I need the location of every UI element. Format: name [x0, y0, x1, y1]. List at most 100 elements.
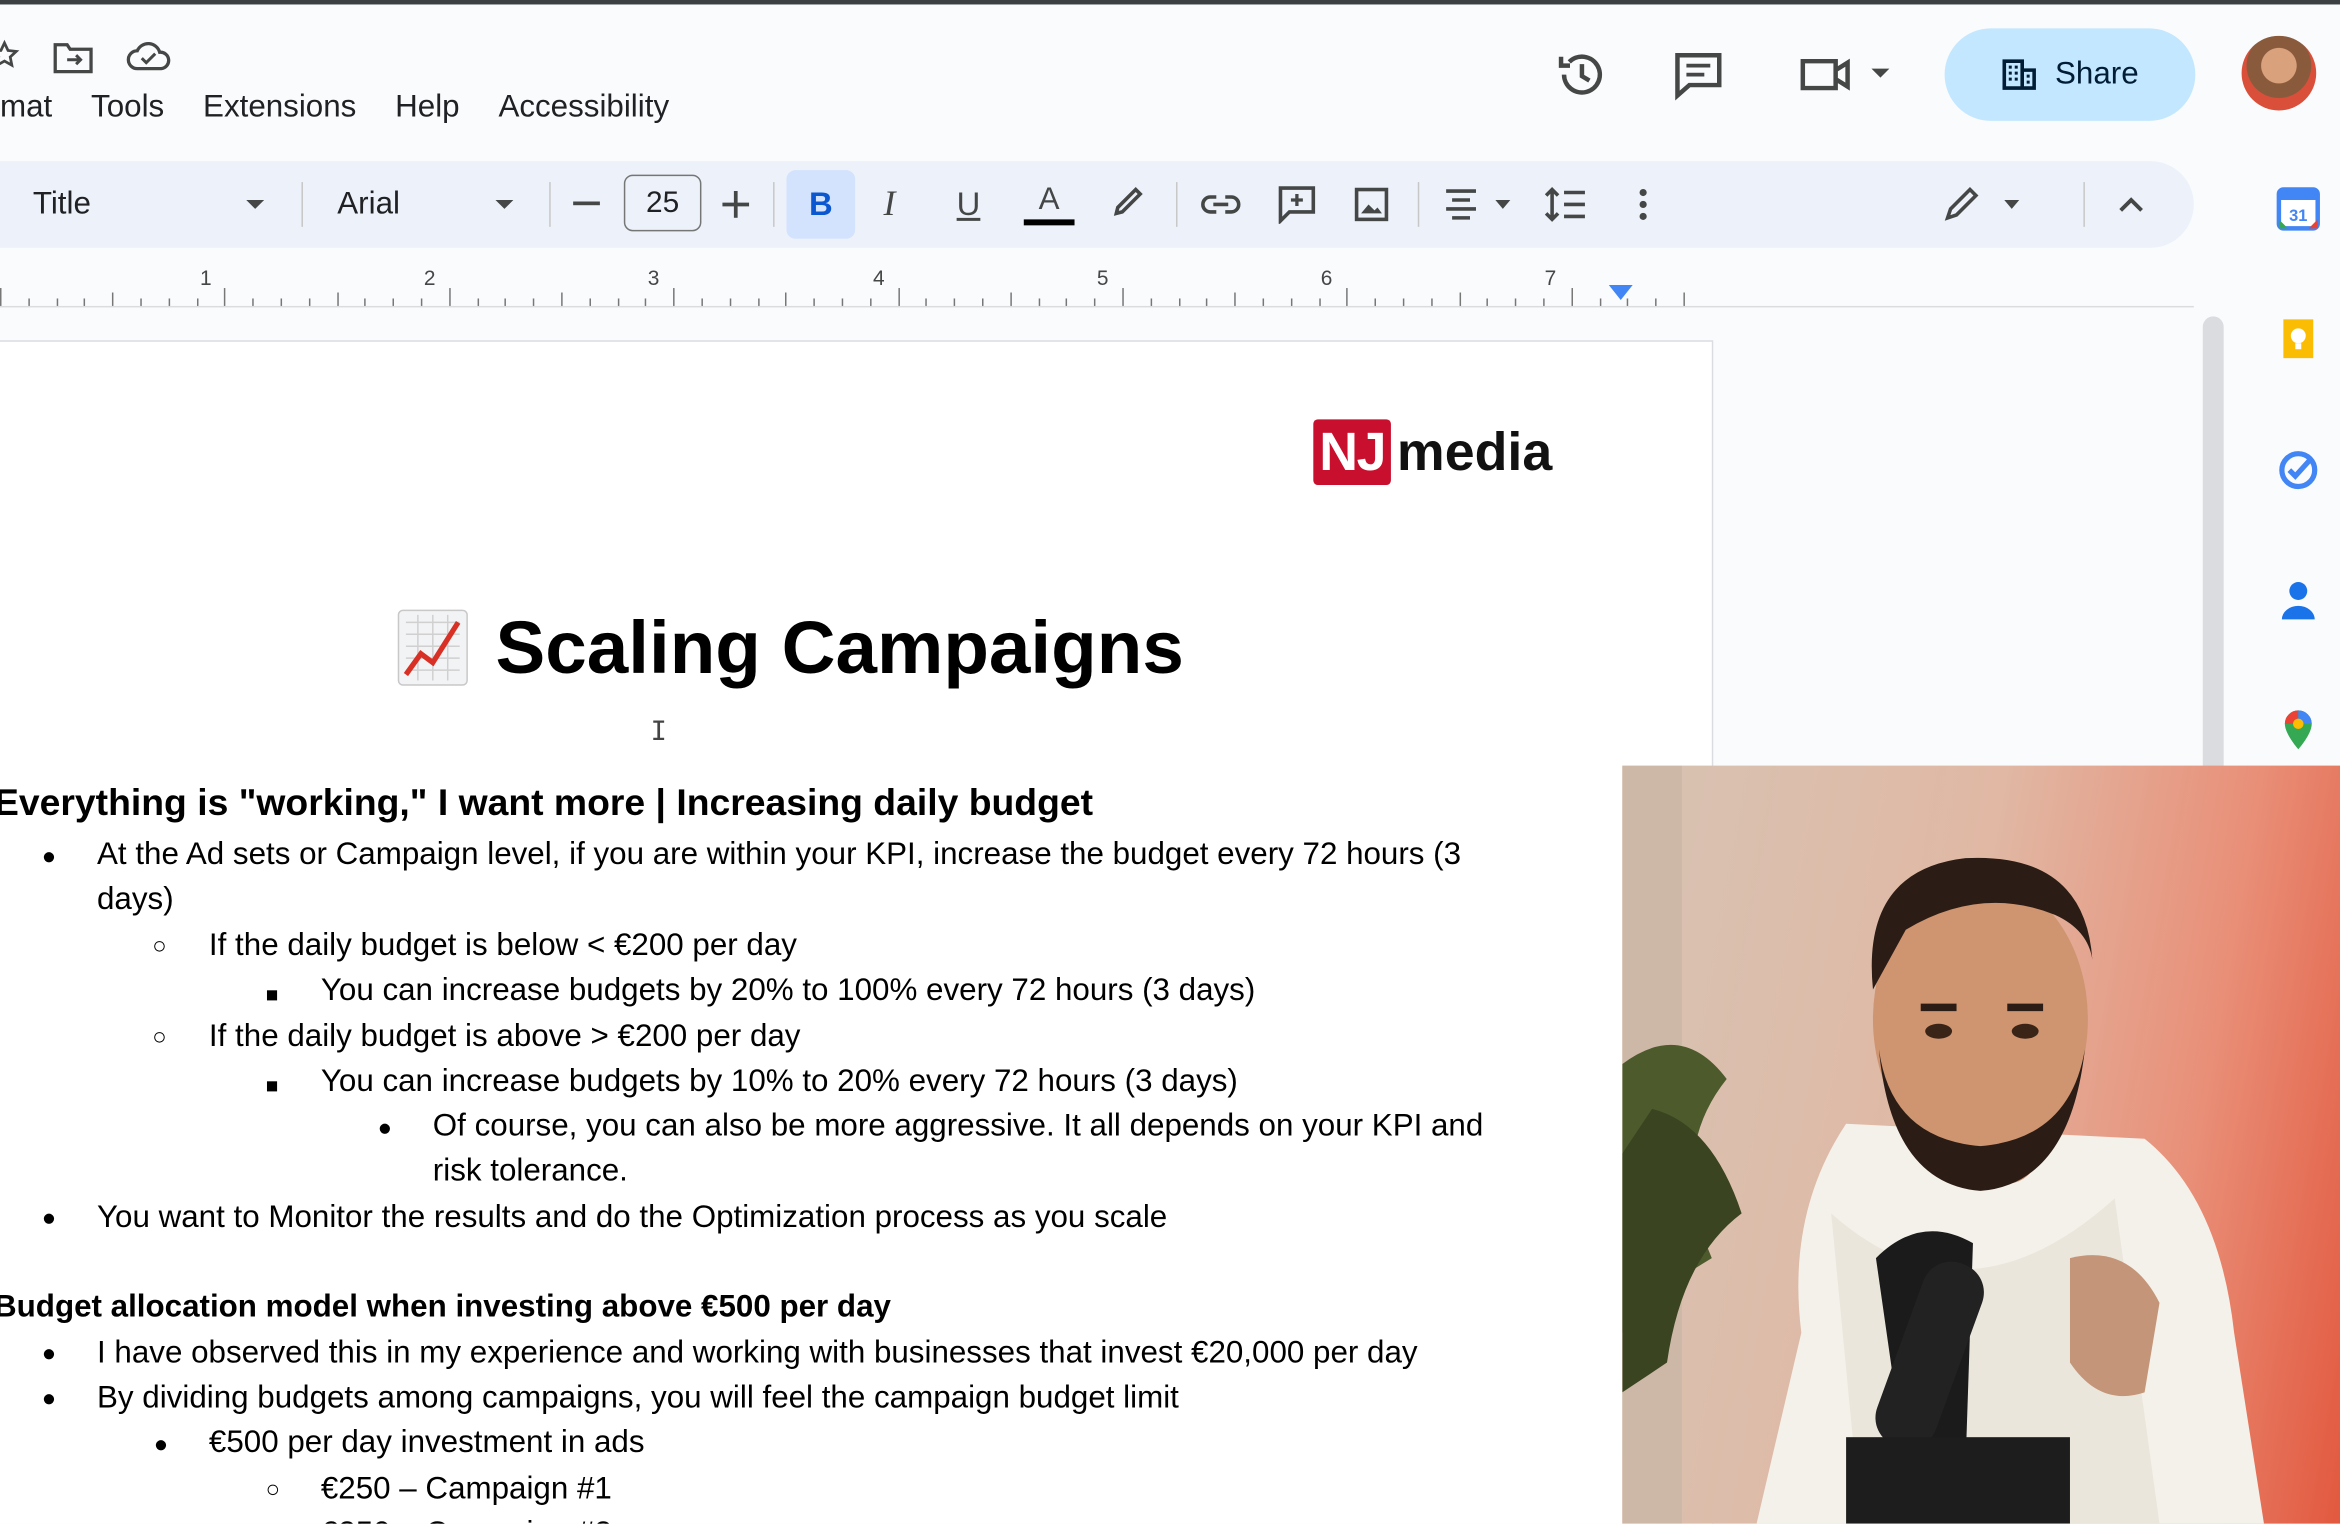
list-item[interactable]: You can increase budgets by 10% to 20% e…: [321, 1060, 1238, 1105]
add-comment-icon[interactable]: [1277, 185, 1316, 224]
bold-button[interactable]: B: [786, 170, 856, 239]
italic-label: I: [883, 184, 896, 224]
ruler-tick: [420, 298, 423, 306]
list-item-continued[interactable]: risk tolerance.: [433, 1149, 628, 1194]
ruler-tick: [533, 298, 535, 306]
user-avatar[interactable]: [2241, 35, 2317, 111]
line-spacing-icon[interactable]: [1544, 185, 1587, 224]
cloud-saved-icon[interactable]: [125, 39, 173, 75]
style-dropdown-icon[interactable]: [243, 197, 267, 212]
version-history-icon[interactable]: [1555, 48, 1609, 102]
menu-format[interactable]: mat: [0, 90, 52, 135]
text-color-swatch: [1023, 219, 1075, 226]
calendar-icon[interactable]: 31: [2276, 187, 2321, 232]
tasks-icon[interactable]: [2276, 448, 2321, 493]
underline-button[interactable]: U: [957, 161, 981, 248]
list-item[interactable]: You want to Monitor the results and do t…: [97, 1195, 1167, 1240]
ruler-tick: [1066, 298, 1068, 306]
ruler-tick: [1430, 298, 1433, 306]
ruler-tick: [841, 298, 844, 306]
font-value: Arial: [337, 186, 400, 221]
menu-tools[interactable]: Tools: [91, 90, 164, 135]
ruler-tick: [476, 298, 479, 306]
star-icon[interactable]: [0, 37, 21, 73]
heading-increasing-budget[interactable]: Everything is "working," I want more | I…: [0, 781, 1093, 826]
list-item[interactable]: €250 – Campaign #2: [321, 1512, 612, 1523]
horizontal-ruler[interactable]: 1 2 3 4 5 6 7: [0, 263, 2194, 308]
font-select[interactable]: Arial: [337, 161, 400, 248]
maps-icon[interactable]: [2276, 707, 2321, 752]
ruler-tick: [785, 292, 788, 306]
list-item[interactable]: At the Ad sets or Campaign level, if you…: [97, 833, 1461, 878]
ruler-tick: [925, 298, 928, 306]
italic-button[interactable]: I: [884, 161, 896, 248]
list-item[interactable]: €250 – Campaign #1: [321, 1467, 612, 1512]
list-item[interactable]: Of course, you can also be more aggressi…: [433, 1104, 1484, 1149]
insert-image-icon[interactable]: [1354, 187, 1390, 223]
keep-icon[interactable]: [2276, 316, 2321, 361]
text-color-label: A: [1038, 182, 1060, 217]
list-item-continued[interactable]: days): [97, 878, 174, 923]
increase-font-size-icon[interactable]: [722, 191, 750, 218]
contacts-icon[interactable]: [2276, 578, 2321, 623]
share-label: Share: [2054, 56, 2139, 92]
align-center-icon[interactable]: [1443, 187, 1479, 223]
ruler-tick: [448, 288, 451, 306]
window-top-border: [0, 0, 2340, 5]
insert-link-icon[interactable]: [1200, 190, 1242, 220]
font-dropdown-icon[interactable]: [492, 197, 516, 212]
meet-video-icon[interactable]: [1798, 51, 1852, 99]
highlight-pen-icon[interactable]: [1110, 184, 1146, 223]
vertical-scrollbar[interactable]: [2202, 316, 2224, 780]
ruler-tick: [1122, 288, 1124, 306]
style-select[interactable]: Title: [33, 161, 91, 248]
ruler-tick: [280, 298, 283, 306]
share-button[interactable]: Share: [1944, 28, 2196, 121]
editing-mode-dropdown-icon[interactable]: [2001, 197, 2022, 212]
ruler-tick: [981, 298, 984, 306]
list-item[interactable]: If the daily budget is below < €200 per …: [209, 924, 797, 969]
list-item[interactable]: I have observed this in my experience an…: [97, 1331, 1418, 1376]
style-value: Title: [32, 186, 91, 221]
ruler-number: 1: [199, 265, 212, 290]
ruler-number: 2: [423, 265, 436, 290]
ruler-number: 5: [1096, 265, 1109, 290]
toolbar-divider: [549, 182, 551, 227]
ruler-tick: [364, 298, 367, 306]
list-item[interactable]: If the daily budget is above > €200 per …: [209, 1015, 801, 1060]
align-dropdown-icon[interactable]: [1492, 197, 1513, 212]
menu-accessibility[interactable]: Accessibility: [498, 90, 669, 135]
text-color-button[interactable]: A: [1023, 161, 1075, 248]
ruler-number: 7: [1544, 265, 1557, 290]
list-item[interactable]: €500 per day investment in ads: [209, 1421, 645, 1466]
ruler-tick: [112, 292, 114, 306]
menu-help[interactable]: Help: [395, 90, 459, 135]
ruler-tick: [1543, 298, 1545, 306]
more-options-icon[interactable]: [1637, 187, 1649, 223]
right-indent-marker-icon[interactable]: [1607, 284, 1634, 302]
list-item[interactable]: By dividing budgets among campaigns, you…: [97, 1376, 1179, 1421]
bullet-disc: ●: [41, 844, 57, 871]
webcam-overlay: [1622, 765, 2340, 1524]
collapse-chevron-up-icon[interactable]: [2118, 194, 2145, 215]
list-item[interactable]: You can increase budgets by 20% to 100% …: [321, 969, 1255, 1014]
ruler-tick: [140, 298, 142, 306]
editing-mode-pencil-icon[interactable]: [1943, 184, 1982, 223]
move-to-folder-icon[interactable]: [52, 39, 94, 75]
comments-icon[interactable]: [1671, 48, 1725, 102]
toolbar-divider: [301, 182, 303, 227]
ruler-tick: [1318, 298, 1321, 306]
ruler-number: 3: [647, 265, 660, 290]
ruler-tick: [505, 298, 507, 306]
ruler-tick: [561, 292, 563, 306]
heading-budget-allocation[interactable]: Budget allocation model when investing a…: [0, 1285, 891, 1330]
decrease-font-size-icon[interactable]: [573, 201, 600, 207]
ruler-tick: [1346, 288, 1349, 306]
ruler-tick: [1010, 292, 1012, 306]
logo-media: media: [1396, 420, 1553, 483]
menu-extensions[interactable]: Extensions: [203, 90, 356, 135]
font-size-input[interactable]: 25: [623, 174, 702, 232]
ruler-tick: [84, 298, 86, 306]
meet-dropdown-icon[interactable]: [1868, 66, 1892, 81]
document-title[interactable]: Scaling Campaigns: [495, 604, 1183, 691]
